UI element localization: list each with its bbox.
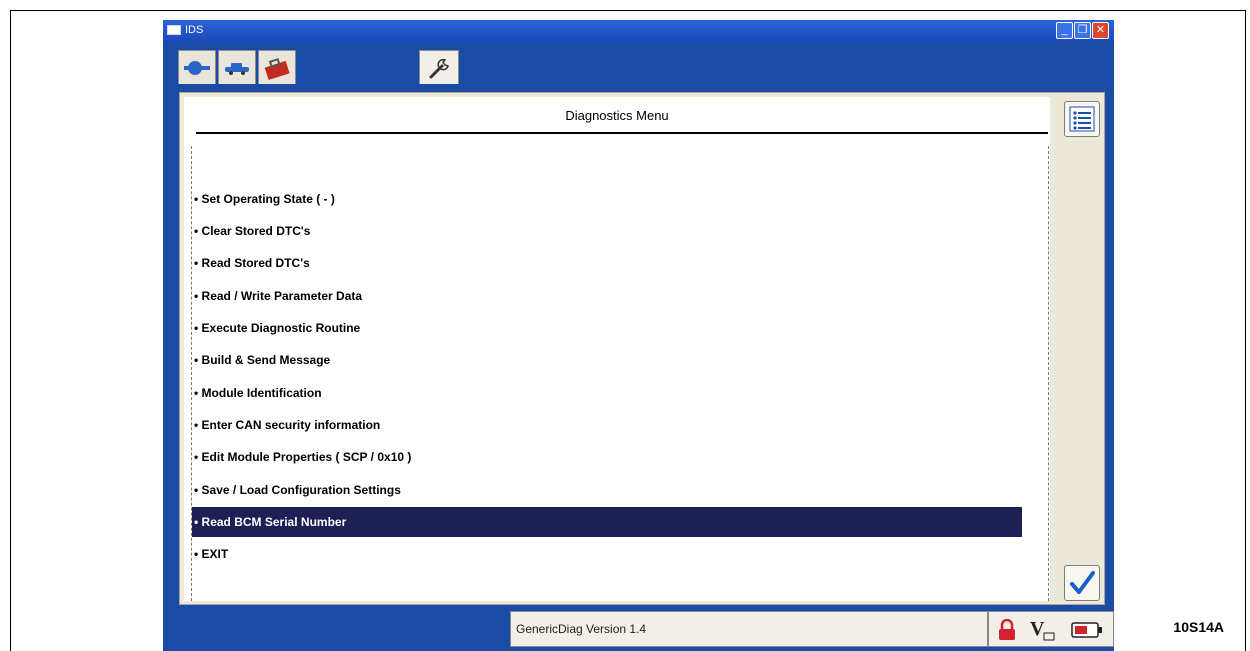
menu-right-border	[1048, 146, 1049, 601]
diagnostics-menu: Diagnostics Menu • Set Operating State (…	[184, 97, 1050, 601]
window-icon	[167, 25, 181, 35]
vehicle-icon	[225, 62, 249, 75]
close-button[interactable]: ✕	[1092, 22, 1109, 39]
menu-item-set-operating-state[interactable]: • Set Operating State ( - )	[192, 184, 1022, 214]
tab-toolbox[interactable]	[258, 50, 296, 84]
lock-icon[interactable]	[993, 616, 1021, 644]
tab-connector[interactable]	[178, 50, 216, 84]
menu-item-clear-stored-dtcs[interactable]: • Clear Stored DTC's	[192, 216, 1022, 246]
connector-icon	[184, 60, 210, 75]
wrench-icon	[429, 58, 449, 78]
figure-caption: 10S14A	[1173, 619, 1224, 635]
tab-vehicle[interactable]	[218, 50, 256, 84]
menu-item-edit-module-properties[interactable]: • Edit Module Properties ( SCP / 0x10 )	[192, 442, 1022, 472]
status-icons: V	[988, 611, 1114, 647]
main-panel: Diagnostics Menu • Set Operating State (…	[179, 92, 1105, 605]
menu-item-enter-can-security[interactable]: • Enter CAN security information	[192, 410, 1022, 440]
voltage-icon[interactable]: V	[1029, 616, 1057, 644]
status-bar: GenericDiag Version 1.4 V	[163, 609, 1114, 651]
svg-text:V: V	[1030, 618, 1045, 640]
list-icon	[1069, 106, 1095, 132]
menu-item-build-send-message[interactable]: • Build & Send Message	[192, 345, 1022, 375]
minimize-button[interactable]: _	[1056, 22, 1073, 39]
menu-item-read-write-parameter-data[interactable]: • Read / Write Parameter Data	[192, 281, 1022, 311]
battery-icon[interactable]	[1069, 616, 1105, 644]
title-divider	[196, 132, 1048, 134]
menu-item-module-identification[interactable]: • Module Identification	[192, 378, 1022, 408]
menu-item-read-bcm-serial-number[interactable]: • Read BCM Serial Number	[192, 507, 1022, 537]
checkmark-icon	[1070, 571, 1095, 594]
confirm-button[interactable]	[1064, 565, 1100, 601]
menu-item-exit[interactable]: • EXIT	[192, 539, 1022, 569]
restore-button[interactable]: ❐	[1074, 22, 1091, 39]
menu-item-read-stored-dtcs[interactable]: • Read Stored DTC's	[192, 248, 1022, 278]
menu-title: Diagnostics Menu	[565, 108, 669, 123]
version-label: GenericDiag Version 1.4	[510, 611, 988, 647]
menu-item-execute-diagnostic-routine[interactable]: • Execute Diagnostic Routine	[192, 313, 1022, 343]
menu-item-save-load-configuration[interactable]: • Save / Load Configuration Settings	[192, 475, 1022, 505]
menu-list-button[interactable]	[1064, 101, 1100, 137]
title-bar: IDS _ ❐ ✕	[163, 20, 1114, 42]
ids-window: IDS _ ❐ ✕ Diagnostics Menu • Set Operati…	[163, 20, 1114, 651]
toolbox-icon	[264, 57, 290, 80]
window-title: IDS	[185, 24, 204, 36]
tab-tools[interactable]	[419, 50, 459, 84]
